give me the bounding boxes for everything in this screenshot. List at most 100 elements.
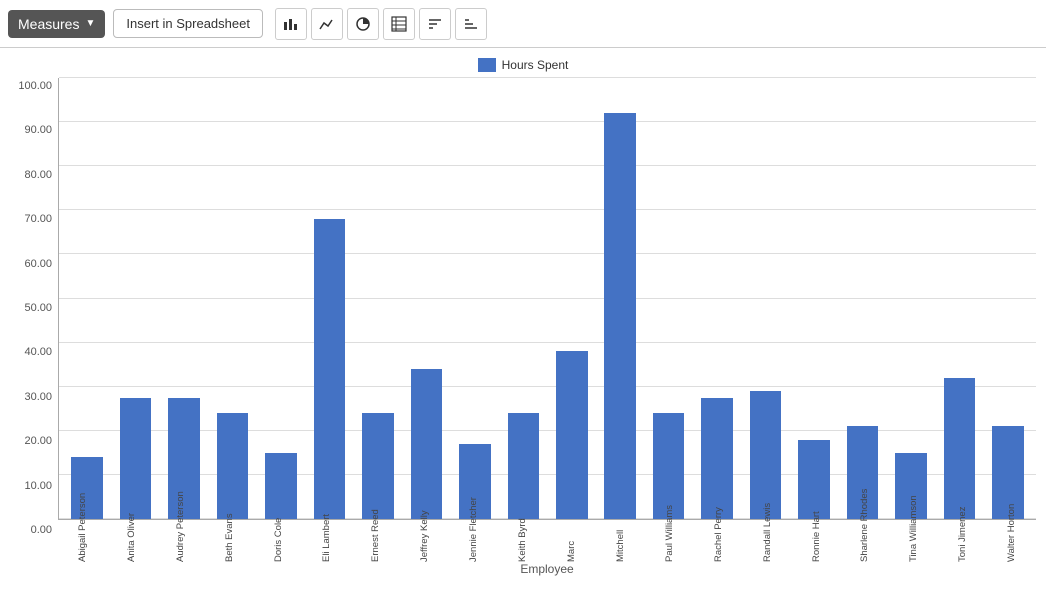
bar bbox=[944, 378, 975, 519]
x-axis-label: Beth Evans bbox=[224, 524, 235, 562]
x-axis-label: Jennie Fletcher bbox=[468, 524, 479, 562]
x-axis-label: Doris Cole bbox=[273, 524, 284, 562]
y-axis: 0.00 10.00 20.00 30.00 40.00 50.00 60.00 70.00 8… bbox=[10, 78, 58, 576]
x-label-group: Marc bbox=[547, 520, 596, 560]
sort-asc-icon[interactable] bbox=[419, 8, 451, 40]
x-axis-label: Walter Horton bbox=[1006, 524, 1017, 562]
bar bbox=[701, 398, 732, 519]
bar bbox=[362, 413, 393, 519]
bar-group[interactable] bbox=[693, 78, 741, 519]
bar bbox=[750, 391, 781, 519]
chart-inner: 0.00 10.00 20.00 30.00 40.00 50.00 60.00 70.00 8… bbox=[10, 78, 1036, 576]
x-axis-label: Abigail Peterson bbox=[77, 524, 88, 562]
legend-color-swatch bbox=[478, 58, 496, 72]
bar-group[interactable] bbox=[644, 78, 692, 519]
y-axis-label: 90.00 bbox=[24, 124, 52, 136]
bar bbox=[411, 369, 442, 519]
bar bbox=[798, 440, 829, 519]
sort-desc-icon[interactable] bbox=[455, 8, 487, 40]
x-axis-label: Paul Williams bbox=[664, 524, 675, 562]
bar-group[interactable] bbox=[499, 78, 547, 519]
x-label-group: Sharlene Rhodes bbox=[841, 520, 890, 560]
x-label-group: Keith Byrd bbox=[498, 520, 547, 560]
bar bbox=[653, 413, 684, 519]
bar-group[interactable] bbox=[790, 78, 838, 519]
chart-type-icons bbox=[275, 8, 487, 40]
x-axis-label: Sharlene Rhodes bbox=[859, 524, 870, 562]
dropdown-arrow-icon: ▼ bbox=[85, 18, 95, 29]
x-axis-label: Toni Jimenez bbox=[957, 524, 968, 562]
y-axis-label: 0.00 bbox=[31, 524, 52, 536]
insert-spreadsheet-button[interactable]: Insert in Spreadsheet bbox=[113, 9, 263, 38]
toolbar: Measures ▼ Insert in Spreadsheet bbox=[0, 0, 1046, 48]
x-axis-title: Employee bbox=[58, 562, 1036, 576]
y-axis-label: 30.00 bbox=[24, 391, 52, 403]
x-label-group: Toni Jimenez bbox=[938, 520, 987, 560]
x-axis-label: Randall Lewis bbox=[762, 524, 773, 562]
x-label-group: Mitchell bbox=[596, 520, 645, 560]
bar-chart-icon[interactable] bbox=[275, 8, 307, 40]
x-label-group: Anita Oliver bbox=[107, 520, 156, 560]
bar bbox=[265, 453, 296, 519]
bar-group[interactable] bbox=[305, 78, 353, 519]
y-axis-label: 60.00 bbox=[24, 258, 52, 270]
grid-and-bars bbox=[58, 78, 1036, 520]
x-axis-label: Audrey Peterson bbox=[175, 524, 186, 562]
x-axis-label: Anita Oliver bbox=[126, 524, 137, 562]
bar-group[interactable] bbox=[838, 78, 886, 519]
bar-group[interactable] bbox=[887, 78, 935, 519]
bar-group[interactable] bbox=[451, 78, 499, 519]
y-axis-label: 10.00 bbox=[24, 480, 52, 492]
y-axis-label: 100.00 bbox=[18, 80, 52, 92]
table-icon[interactable] bbox=[383, 8, 415, 40]
chart-legend: Hours Spent bbox=[10, 58, 1036, 72]
bar bbox=[120, 398, 151, 519]
y-axis-label: 20.00 bbox=[24, 435, 52, 447]
x-label-group: Tina Williamson bbox=[889, 520, 938, 560]
y-axis-label: 50.00 bbox=[24, 302, 52, 314]
bar bbox=[556, 351, 587, 519]
bars-row bbox=[59, 78, 1036, 519]
x-label-group: Jennie Fletcher bbox=[449, 520, 498, 560]
bar-group[interactable] bbox=[111, 78, 159, 519]
bar bbox=[314, 219, 345, 519]
y-axis-label: 70.00 bbox=[24, 213, 52, 225]
bar-group[interactable] bbox=[63, 78, 111, 519]
x-axis-label: Mitchell bbox=[615, 524, 626, 562]
x-label-group: Doris Cole bbox=[254, 520, 303, 560]
bar-group[interactable] bbox=[208, 78, 256, 519]
line-chart-icon[interactable] bbox=[311, 8, 343, 40]
bar-group[interactable] bbox=[257, 78, 305, 519]
chart-plot: Abigail Peterson Anita Oliver Audrey Peter… bbox=[58, 78, 1036, 576]
x-label-group: Paul Williams bbox=[645, 520, 694, 560]
x-label-group: Jeffrey Kelly bbox=[400, 520, 449, 560]
y-axis-label: 40.00 bbox=[24, 346, 52, 358]
y-axis-label: 80.00 bbox=[24, 169, 52, 181]
x-label-group: Ronnie Hart bbox=[792, 520, 841, 560]
x-label-group: Audrey Peterson bbox=[156, 520, 205, 560]
x-axis-label: Rachel Perry bbox=[713, 524, 724, 562]
x-label-group: Eli Lambert bbox=[303, 520, 352, 560]
x-axis-label: Eli Lambert bbox=[321, 524, 332, 562]
bar-group[interactable] bbox=[548, 78, 596, 519]
chart-container: Hours Spent 0.00 10.00 20.00 30.00 40.00 50.0… bbox=[0, 48, 1046, 616]
x-label-group: Randall Lewis bbox=[743, 520, 792, 560]
bar-group[interactable] bbox=[596, 78, 644, 519]
pie-chart-icon[interactable] bbox=[347, 8, 379, 40]
bar-group[interactable] bbox=[741, 78, 789, 519]
x-axis-label: Tina Williamson bbox=[908, 524, 919, 562]
bar bbox=[217, 413, 248, 519]
bar-group[interactable] bbox=[160, 78, 208, 519]
x-axis-label: Marc bbox=[566, 524, 577, 562]
x-label-group: Ernest Reed bbox=[351, 520, 400, 560]
bar-group[interactable] bbox=[984, 78, 1032, 519]
bar-group[interactable] bbox=[935, 78, 983, 519]
bar bbox=[604, 113, 635, 519]
measures-button[interactable]: Measures ▼ bbox=[8, 10, 105, 38]
measures-label: Measures bbox=[18, 16, 79, 32]
legend-label: Hours Spent bbox=[502, 58, 569, 72]
bar-group[interactable] bbox=[402, 78, 450, 519]
bar-group[interactable] bbox=[354, 78, 402, 519]
bar bbox=[508, 413, 539, 519]
x-axis-label: Keith Byrd bbox=[517, 524, 528, 562]
